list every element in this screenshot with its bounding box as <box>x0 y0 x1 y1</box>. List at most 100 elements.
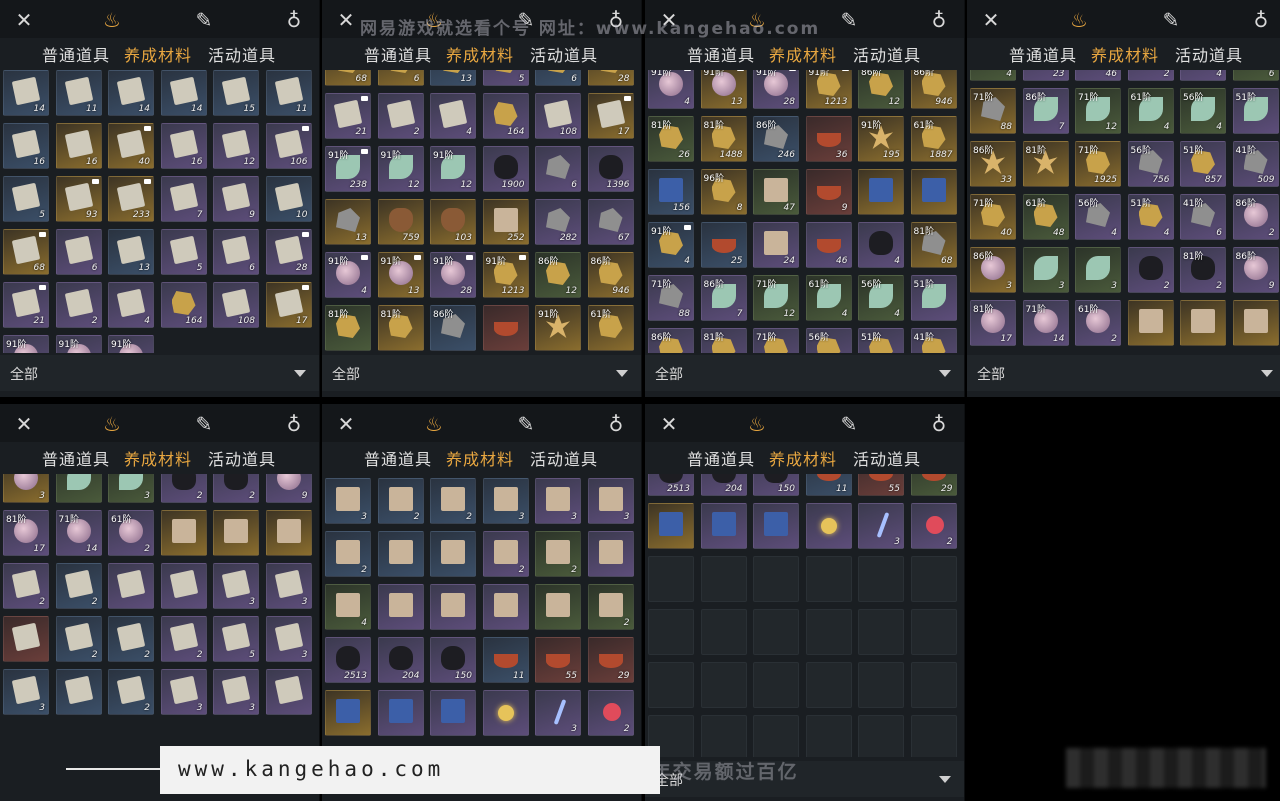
inventory-item[interactable]: 2 <box>377 93 424 139</box>
pouch-icon[interactable]: ♨ <box>745 412 769 436</box>
inventory-item[interactable]: 3 <box>160 669 207 715</box>
empty-slot[interactable] <box>805 715 852 757</box>
inventory-item[interactable]: 16 <box>160 123 207 169</box>
inventory-item[interactable]: 10 <box>265 176 312 222</box>
inventory-item[interactable]: 3 <box>265 563 312 609</box>
inventory-item[interactable]: 56阶 4 <box>1180 88 1226 134</box>
inventory-item[interactable]: 86阶 <box>430 305 476 351</box>
inventory-item[interactable]: 91阶 13 <box>700 70 747 109</box>
empty-slot[interactable] <box>910 715 957 757</box>
inventory-item[interactable]: 91阶 <box>3 335 49 353</box>
inventory-item[interactable]: 81阶 26 <box>648 116 694 162</box>
tab-event-items[interactable]: 活动道具 <box>530 42 598 66</box>
inventory-item[interactable]: 14 <box>3 70 49 116</box>
tab-normal-items[interactable]: 普通道具 <box>364 446 432 470</box>
inventory-item[interactable]: 2 <box>587 584 634 630</box>
tab-growth-materials[interactable]: 养成材料 <box>769 446 837 470</box>
inventory-item[interactable]: 13 <box>325 199 371 245</box>
inventory-item[interactable] <box>55 474 102 503</box>
inventory-item[interactable]: 2 <box>160 616 207 662</box>
inventory-item[interactable] <box>910 169 957 215</box>
inventory-item[interactable]: 51阶 4 <box>1127 194 1174 240</box>
inventory-item[interactable]: 103 <box>430 199 476 245</box>
inventory-item[interactable]: 91阶 <box>108 335 154 353</box>
scroll-brush-icon[interactable]: ✎ <box>192 412 216 436</box>
crossed-swords-icon[interactable]: ✕ <box>334 8 358 32</box>
inventory-item[interactable]: 91阶 12 <box>377 146 424 192</box>
inventory-item[interactable]: 86阶 2 <box>1232 194 1279 240</box>
empty-slot[interactable] <box>753 556 799 602</box>
inventory-item[interactable]: 15 <box>213 70 259 116</box>
inventory-item[interactable]: 93 <box>55 176 102 222</box>
inventory-item[interactable]: 2 <box>430 478 476 524</box>
crossed-swords-icon[interactable]: ✕ <box>979 8 1003 32</box>
inventory-item[interactable]: 3 <box>858 503 904 549</box>
inventory-item[interactable]: 2 <box>377 478 424 524</box>
inventory-item[interactable]: 2 <box>3 563 49 609</box>
tab-growth-materials[interactable]: 养成材料 <box>446 446 514 470</box>
inventory-item[interactable]: 759 <box>377 199 424 245</box>
inventory-item[interactable]: 81阶 68 <box>910 222 957 268</box>
inventory-item[interactable] <box>648 503 694 549</box>
inventory-item[interactable]: 71阶 88 <box>648 275 694 321</box>
inventory-item[interactable]: 6 <box>1232 70 1279 81</box>
inventory-item[interactable] <box>587 531 634 577</box>
inventory-item[interactable]: 86阶 <box>648 328 694 353</box>
inventory-item[interactable]: 6 <box>535 70 581 86</box>
inventory-item[interactable]: 2 <box>535 531 581 577</box>
inventory-item[interactable]: 9 <box>805 169 852 215</box>
inventory-item[interactable]: 14 <box>160 70 207 116</box>
inventory-item[interactable]: 86阶 7 <box>700 275 747 321</box>
empty-slot[interactable] <box>858 556 904 602</box>
empty-slot[interactable] <box>648 556 694 602</box>
empty-slot[interactable] <box>753 609 799 655</box>
inventory-item[interactable]: 3 <box>535 690 581 736</box>
inventory-item[interactable]: 71阶 14 <box>55 510 102 556</box>
empty-slot[interactable] <box>858 609 904 655</box>
tab-event-items[interactable]: 活动道具 <box>530 446 598 470</box>
tab-event-items[interactable]: 活动道具 <box>1175 42 1243 66</box>
inventory-item[interactable]: 2 <box>55 616 102 662</box>
inventory-item[interactable]: 5 <box>213 616 259 662</box>
pouch-icon[interactable]: ♨ <box>100 8 124 32</box>
badge-icon[interactable]: ♁ <box>604 412 628 436</box>
filter-dropdown[interactable]: 全部 <box>645 355 964 391</box>
inventory-item[interactable]: 56阶 4 <box>858 275 904 321</box>
inventory-item[interactable] <box>805 503 852 549</box>
inventory-item[interactable]: 150 <box>753 474 799 496</box>
inventory-item[interactable]: 61阶 48 <box>1022 194 1069 240</box>
inventory-item[interactable]: 108 <box>535 93 581 139</box>
empty-slot[interactable] <box>753 662 799 708</box>
inventory-item[interactable]: 29 <box>587 637 634 683</box>
inventory-item[interactable]: 86阶 3 <box>970 247 1016 293</box>
tab-event-items[interactable]: 活动道具 <box>853 446 921 470</box>
inventory-item[interactable] <box>1127 300 1174 346</box>
scroll-brush-icon[interactable]: ✎ <box>837 412 861 436</box>
inventory-item[interactable]: 3 <box>213 669 259 715</box>
tab-event-items[interactable]: 活动道具 <box>208 42 276 66</box>
inventory-item[interactable]: 9 <box>213 176 259 222</box>
inventory-item[interactable]: 2 <box>55 282 102 328</box>
inventory-item[interactable] <box>482 584 529 630</box>
inventory-item[interactable]: 106 <box>265 123 312 169</box>
inventory-item[interactable]: 51阶 <box>1232 88 1279 134</box>
empty-slot[interactable] <box>858 715 904 757</box>
inventory-item[interactable]: 55 <box>535 637 581 683</box>
tab-normal-items[interactable]: 普通道具 <box>364 42 432 66</box>
inventory-item[interactable]: 24 <box>753 222 799 268</box>
inventory-item[interactable] <box>482 690 529 736</box>
inventory-item[interactable]: 252 <box>482 199 529 245</box>
scroll-brush-icon[interactable]: ✎ <box>192 8 216 32</box>
inventory-item[interactable]: 91阶 <box>535 305 581 351</box>
inventory-item[interactable]: 3 <box>535 478 581 524</box>
inventory-item[interactable]: 40 <box>108 123 154 169</box>
inventory-item[interactable]: 56阶 4 <box>1075 194 1121 240</box>
empty-slot[interactable] <box>910 556 957 602</box>
inventory-item[interactable] <box>535 584 581 630</box>
inventory-item[interactable]: 2 <box>160 474 207 503</box>
inventory-item[interactable] <box>3 616 49 662</box>
inventory-item[interactable]: 2 <box>108 669 154 715</box>
tab-growth-materials[interactable]: 养成材料 <box>1091 42 1159 66</box>
inventory-item[interactable]: 282 <box>535 199 581 245</box>
crossed-swords-icon[interactable]: ✕ <box>657 412 681 436</box>
